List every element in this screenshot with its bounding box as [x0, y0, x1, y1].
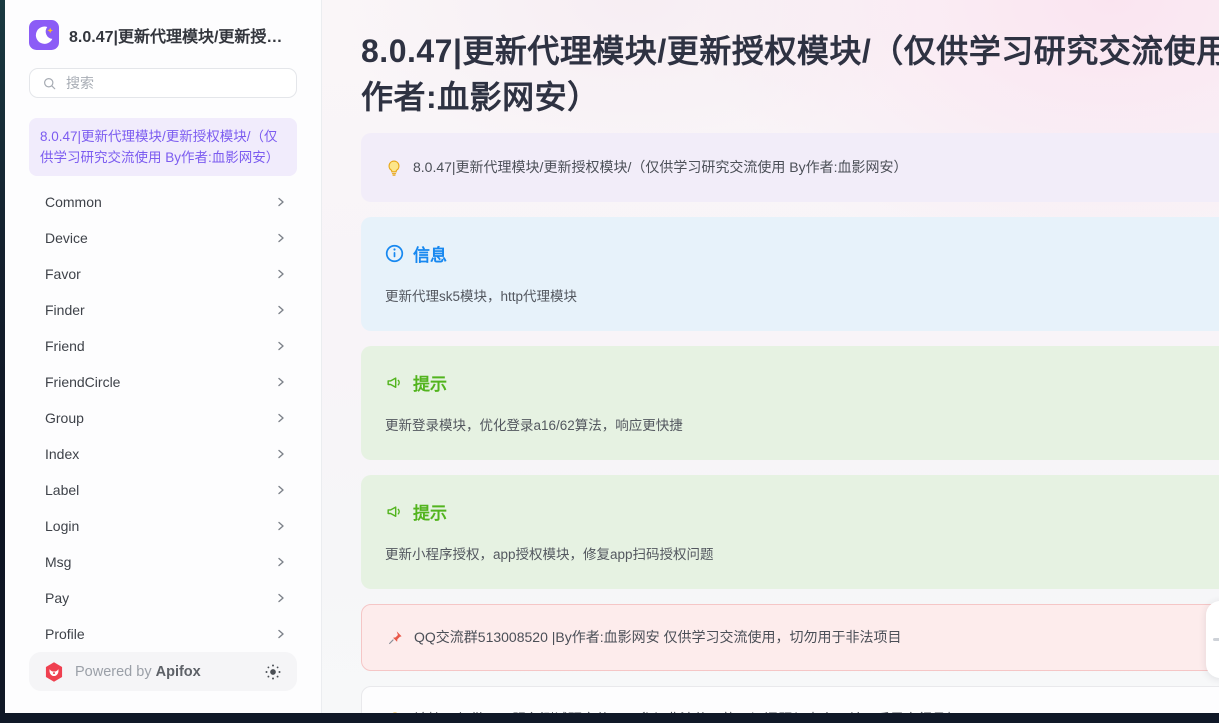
sidebar-title: 8.0.47|更新代理模块/更新授权模块/（仅供学习研究交流使用 By作者:血影… — [69, 23, 297, 47]
sidebar-item-common[interactable]: Common — [29, 184, 297, 220]
theme-toggle-icon[interactable] — [263, 662, 283, 682]
chevron-right-icon — [275, 628, 287, 640]
callout-tip-body: 更新登录模块，优化登录a16/62算法，响应更快捷 — [385, 416, 1219, 436]
callout-warning-text: QQ交流群513008520 |By作者:血影网安 仅供学习交流使用，切勿用于非… — [414, 628, 902, 647]
chevron-right-icon — [275, 484, 287, 496]
chevron-right-icon — [275, 376, 287, 388]
sidebar-item-pay[interactable]: Pay — [29, 580, 297, 616]
callout-tip-2: 提示 更新小程序授权，app授权模块，修复app扫码授权问题 — [361, 475, 1219, 589]
pushpin-icon — [386, 629, 404, 647]
info-circle-icon — [385, 244, 404, 263]
chevron-right-icon — [275, 448, 287, 460]
sidebar-item-label: FriendCircle — [45, 374, 120, 390]
chevron-right-icon — [275, 196, 287, 208]
sidebar-item-finder[interactable]: Finder — [29, 292, 297, 328]
callout-disclaimer-text: 该接口仅供用于服务测试研究使用，参与非法使用的一切问题与本人无关！后果自行承担！ — [414, 710, 974, 713]
sidebar-item-label: Device — [45, 230, 88, 246]
search-input[interactable] — [64, 74, 284, 92]
callout-warning: QQ交流群513008520 |By作者:血影网安 仅供学习交流使用，切勿用于非… — [361, 604, 1219, 671]
chevron-right-icon — [275, 556, 287, 568]
chevron-right-icon — [275, 304, 287, 316]
megaphone-icon — [385, 502, 404, 521]
sidebar-item-device[interactable]: Device — [29, 220, 297, 256]
callout-info-body: 更新代理sk5模块，http代理模块 — [385, 287, 1219, 307]
callout-tip-heading: 提示 — [413, 499, 447, 524]
chevron-right-icon — [275, 340, 287, 352]
chevron-right-icon — [275, 232, 287, 244]
sidebar-item-label-section[interactable]: Label — [29, 472, 297, 508]
sidebar-item-label: Msg — [45, 554, 71, 570]
callout-note: 8.0.47|更新代理模块/更新授权模块/（仅供学习研究交流使用 By作者:血影… — [361, 133, 1219, 202]
callout-info-heading: 信息 — [413, 241, 447, 266]
sidebar-item-index[interactable]: Index — [29, 436, 297, 472]
chevron-right-icon — [275, 412, 287, 424]
sidebar-item-label: Finder — [45, 302, 85, 318]
sidebar-item-group[interactable]: Group — [29, 400, 297, 436]
search-box[interactable] — [29, 68, 297, 98]
sidebar-header: 8.0.47|更新代理模块/更新授权模块/（仅供学习研究交流使用 By作者:血影… — [5, 0, 321, 64]
sidebar-menu: Common Device Favor Finder Friend Friend… — [5, 176, 321, 652]
apifox-brand-text: Apifox — [156, 664, 201, 680]
sidebar: 8.0.47|更新代理模块/更新授权模块/（仅供学习研究交流使用 By作者:血影… — [5, 0, 322, 713]
doc-content: 8.0.47|更新代理模块/更新授权模块/（仅供学习研究交流使用 By作者:血影… — [322, 0, 1219, 713]
sidebar-item-profile[interactable]: Profile — [29, 616, 297, 652]
sidebar-item-label: Common — [45, 194, 102, 210]
callout-note-text: 8.0.47|更新代理模块/更新授权模块/（仅供学习研究交流使用 By作者:血影… — [413, 158, 907, 177]
sidebar-item-active-doc[interactable]: 8.0.47|更新代理模块/更新授权模块/（仅供学习研究交流使用 By作者:血影… — [29, 118, 297, 176]
bulb-icon — [386, 711, 404, 714]
search-icon — [42, 76, 57, 91]
bulb-icon — [385, 159, 403, 177]
callout-tip-heading: 提示 — [413, 370, 447, 395]
sidebar-item-label: Index — [45, 446, 79, 462]
docs-window: 8.0.47|更新代理模块/更新授权模块/（仅供学习研究交流使用 By作者:血影… — [5, 0, 1219, 713]
callout-info: 信息 更新代理sk5模块，http代理模块 — [361, 217, 1219, 331]
sidebar-item-label: Login — [45, 518, 79, 534]
moon-logo-icon — [29, 20, 59, 50]
sidebar-item-label: Friend — [45, 338, 85, 354]
chevron-right-icon — [275, 592, 287, 604]
drawer-dash-icon — [1213, 638, 1219, 641]
powered-by-apifox[interactable]: Powered by Apifox — [29, 652, 297, 691]
page-title: 8.0.47|更新代理模块/更新授权模块/（仅供学习研究交流使用 By作者:血影… — [361, 28, 1219, 120]
apifox-logo-icon — [43, 661, 65, 683]
callout-tip-body: 更新小程序授权，app授权模块，修复app扫码授权问题 — [385, 545, 1219, 565]
sidebar-item-friend[interactable]: Friend — [29, 328, 297, 364]
callout-tip-1: 提示 更新登录模块，优化登录a16/62算法，响应更快捷 — [361, 346, 1219, 460]
drawer-handle[interactable] — [1206, 601, 1219, 678]
powered-by-text: Powered by — [75, 664, 152, 680]
sidebar-item-label: Pay — [45, 590, 69, 606]
sidebar-item-msg[interactable]: Msg — [29, 544, 297, 580]
callout-disclaimer: 该接口仅供用于服务测试研究使用，参与非法使用的一切问题与本人无关！后果自行承担！ — [361, 686, 1219, 713]
sidebar-item-friendcircle[interactable]: FriendCircle — [29, 364, 297, 400]
sidebar-item-label: Profile — [45, 626, 85, 642]
sidebar-item-favor[interactable]: Favor — [29, 256, 297, 292]
chevron-right-icon — [275, 520, 287, 532]
chevron-right-icon — [275, 268, 287, 280]
sidebar-item-label: Favor — [45, 266, 81, 282]
megaphone-icon — [385, 373, 404, 392]
powered-by-label: Powered by Apifox — [75, 664, 253, 680]
sidebar-item-login[interactable]: Login — [29, 508, 297, 544]
sidebar-item-label: Label — [45, 482, 79, 498]
sidebar-item-label: Group — [45, 410, 84, 426]
